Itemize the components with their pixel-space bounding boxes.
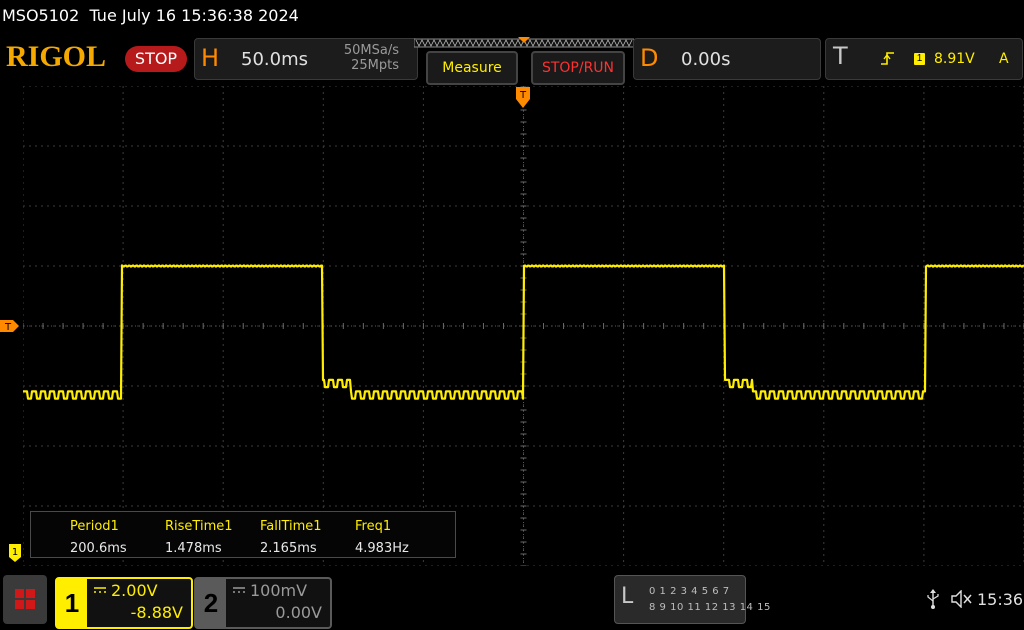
trigger-label: T	[833, 42, 848, 70]
trigger-level: 8.91V	[934, 51, 975, 67]
ch1-scale: 2.00V	[111, 581, 158, 600]
delay-value: 0.00s	[681, 49, 731, 70]
ch1-waveform-trace	[23, 264, 1024, 400]
memory-position-bar[interactable]	[414, 37, 634, 49]
measure-value-period: 200.6ms	[70, 541, 127, 556]
trigger-source-badge: 1	[914, 53, 925, 65]
logic-label: L	[621, 584, 634, 609]
sample-rate: 50MSa/s	[343, 43, 399, 58]
measure-name-freq: Freq1	[355, 519, 392, 534]
ch1-settings[interactable]: 1 2.00V -8.88V	[55, 577, 193, 629]
ch2-settings[interactable]: 2 100mV 0.00V	[194, 577, 332, 629]
run-state-badge[interactable]: STOP	[125, 46, 187, 72]
logic-channels-high: 8 9 10 11 12 13 14 15	[649, 602, 771, 613]
measure-name-falltime: FallTime1	[260, 519, 322, 534]
device-model: MSO5102	[2, 6, 80, 25]
usb-icon	[927, 589, 939, 609]
measure-value-risetime: 1.478ms	[165, 541, 222, 556]
measure-button[interactable]: Measure	[426, 51, 518, 85]
rigol-logo: RIGOL	[6, 40, 107, 73]
date-time: Tue July 16 15:36:38 2024	[89, 6, 299, 25]
measure-name-period: Period1	[70, 519, 119, 534]
status-line: MSO5102 Tue July 16 15:36:38 2024	[2, 6, 299, 25]
logic-channels-low: 0 1 2 3 4 5 6 7	[649, 586, 730, 597]
dc-coupling-icon	[94, 587, 106, 593]
memory-depth: 25Mpts	[351, 58, 399, 73]
measure-value-falltime: 2.165ms	[260, 541, 317, 556]
timebase-value: 50.0ms	[241, 49, 308, 70]
horizontal-panel[interactable]: H 50.0ms 50MSa/s 25Mpts	[194, 38, 418, 80]
acquisition-info: 50MSa/s 25Mpts	[344, 43, 399, 73]
horizontal-label: H	[201, 44, 220, 72]
trigger-position-marker[interactable]: T	[515, 86, 531, 110]
ch1-number: 1	[57, 579, 87, 627]
main-menu-button[interactable]	[3, 575, 47, 624]
measure-value-freq: 4.983Hz	[355, 541, 409, 556]
ch2-number: 2	[196, 579, 226, 627]
trigger-mode: A	[999, 51, 1009, 67]
ch1-ground-label: 1	[12, 547, 18, 558]
menu-grid-icon	[15, 589, 35, 609]
trigger-level-label: T	[4, 322, 12, 333]
ch2-scale: 100mV	[250, 581, 308, 600]
measurement-panel[interactable]: Period1 200.6ms RiseTime1 1.478ms FallTi…	[30, 511, 456, 558]
dc-coupling-icon	[233, 587, 245, 593]
measure-name-risetime: RiseTime1	[165, 519, 233, 534]
system-clock: 15:36	[977, 590, 1024, 609]
waveform-display[interactable]	[23, 86, 1024, 566]
ch1-offset: -8.88V	[130, 603, 183, 622]
mute-icon[interactable]	[951, 590, 973, 608]
rising-edge-icon	[881, 52, 894, 65]
logic-analyzer-panel[interactable]: L 0 1 2 3 4 5 6 7 8 9 10 11 12 13 14 15	[614, 575, 770, 624]
ch2-offset: 0.00V	[275, 603, 322, 622]
stop-run-button[interactable]: STOP/RUN	[531, 51, 625, 85]
delay-panel[interactable]: D 0.00s	[633, 38, 821, 80]
trigger-panel[interactable]: T 1 8.91V A	[825, 38, 1023, 80]
ch1-ground-marker[interactable]: 1	[8, 543, 22, 563]
trigger-level-marker[interactable]: T	[0, 319, 20, 333]
trigger-position-label: T	[519, 90, 527, 101]
delay-label: D	[640, 44, 659, 72]
